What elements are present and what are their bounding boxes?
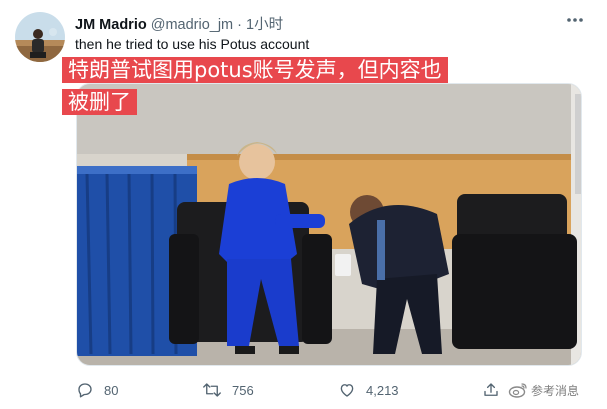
caption-line-1: 特朗普试图用potus账号发声，但内容也 (62, 57, 448, 83)
tweet-text: then he tried to use his Potus account (75, 36, 310, 52)
author-handle[interactable]: @madrio_jm (151, 17, 233, 33)
caption-line-2: 被删了 (62, 89, 137, 115)
caption-overlay: 特朗普试图用potus账号发声，但内容也 被删了 (62, 54, 482, 118)
source-watermark: 参考消息 (508, 378, 579, 402)
separator-dot: · (237, 17, 243, 33)
retweet-icon (203, 383, 221, 397)
tweet-timestamp[interactable]: 1小时 (246, 17, 283, 33)
like-button[interactable]: 4,213 (338, 378, 399, 402)
reply-count: 80 (104, 382, 119, 398)
tweet-photo[interactable] (76, 83, 582, 366)
heart-icon (340, 384, 354, 397)
tweet-card: JM Madrio @madrio_jm · 1小时 then he tried… (0, 0, 607, 409)
share-button[interactable] (482, 378, 500, 402)
watermark-text: 参考消息 (531, 383, 580, 398)
author-name[interactable]: JM Madrio (75, 17, 147, 33)
retweet-button[interactable]: 756 (202, 378, 254, 402)
retweet-count: 756 (232, 382, 254, 398)
like-count: 4,213 (366, 382, 399, 398)
more-options-icon[interactable] (565, 10, 585, 30)
avatar[interactable] (15, 12, 65, 62)
tweet-header: JM Madrio @madrio_jm · 1小时 (75, 13, 283, 34)
weibo-logo-icon (508, 383, 527, 398)
share-icon (484, 383, 498, 396)
reply-button[interactable]: 80 (76, 378, 118, 402)
reply-icon (78, 383, 92, 398)
